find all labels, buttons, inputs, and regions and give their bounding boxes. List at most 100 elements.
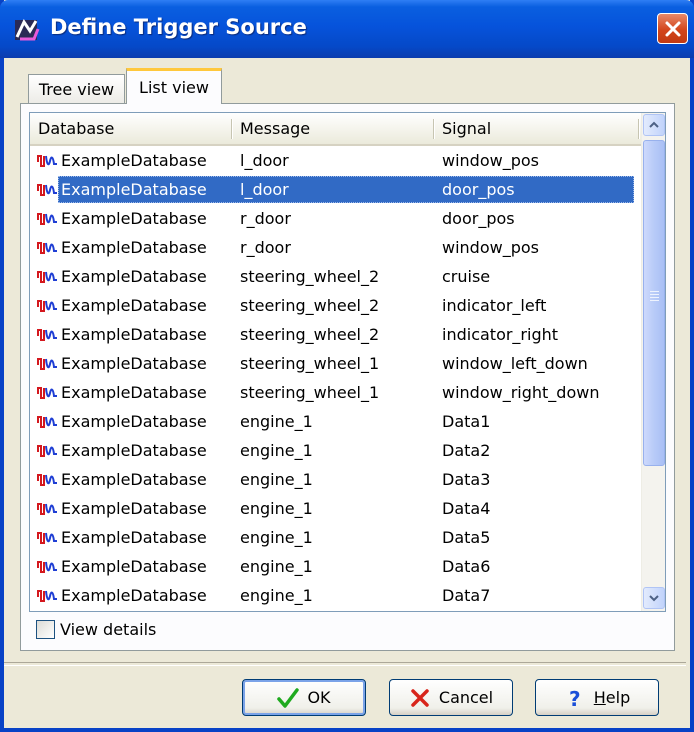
view-details-label: View details	[60, 620, 157, 639]
title-bar[interactable]: Define Trigger Source	[0, 0, 694, 58]
svg-text:?: ?	[569, 687, 581, 709]
column-header-message[interactable]: Message	[232, 113, 434, 144]
help-button-label: Help	[594, 688, 630, 707]
column-header-database[interactable]: Database	[30, 113, 232, 144]
cell-signal: Data2	[442, 441, 491, 460]
cell-message: engine_1	[240, 412, 313, 431]
database-signal-icon	[36, 384, 60, 402]
database-signal-icon	[36, 152, 60, 170]
scroll-thumb[interactable]	[643, 140, 665, 466]
cancel-button-label: Cancel	[438, 688, 494, 707]
list-header: Database Message Signal	[30, 113, 641, 146]
table-row[interactable]: ExampleDatabase l_door window_pos	[30, 146, 641, 175]
table-row[interactable]: ExampleDatabase engine_1 Data1	[30, 407, 641, 436]
list-rows: ExampleDatabase l_door window_pos ExampleDa…	[30, 146, 641, 610]
vertical-scrollbar[interactable]	[641, 113, 665, 611]
question-mark-icon: ?	[569, 687, 581, 709]
cell-database: ExampleDatabase	[61, 296, 207, 315]
cell-signal: Data7	[442, 586, 491, 605]
database-signal-icon	[36, 413, 60, 431]
column-header-signal[interactable]: Signal	[434, 113, 639, 144]
database-signal-icon	[36, 181, 60, 199]
cell-message: steering_wheel_2	[240, 325, 380, 344]
table-row[interactable]: ExampleDatabase steering_wheel_1 window_ri…	[30, 378, 641, 407]
view-details-checkbox[interactable]	[36, 620, 55, 639]
column-header-signal-label: Signal	[442, 119, 492, 138]
cell-signal: Data1	[442, 412, 491, 431]
ok-button[interactable]: OK	[242, 679, 366, 716]
cell-database: ExampleDatabase	[61, 209, 207, 228]
database-signal-icon	[36, 587, 60, 605]
cell-database: ExampleDatabase	[61, 470, 207, 489]
database-signal-icon	[36, 268, 60, 286]
table-row[interactable]: ExampleDatabase engine_1 Data3	[30, 465, 641, 494]
help-button-mnemonic: H	[593, 688, 606, 707]
button-divider	[4, 662, 686, 666]
cell-signal: Data6	[442, 557, 491, 576]
scroll-up-button[interactable]	[643, 114, 665, 136]
database-signal-icon	[36, 500, 60, 518]
table-row[interactable]: ExampleDatabase r_door door_pos	[30, 204, 641, 233]
cell-signal: Data5	[442, 528, 491, 547]
tab-tree-view[interactable]: Tree view	[28, 74, 125, 104]
database-signal-icon	[36, 471, 60, 489]
table-row[interactable]: ExampleDatabase engine_1 Data4	[30, 494, 641, 523]
checkmark-icon	[277, 687, 300, 708]
cell-signal: indicator_right	[442, 325, 559, 344]
cell-signal: window_pos	[442, 151, 539, 170]
cell-signal: window_left_down	[442, 354, 588, 373]
table-row[interactable]: ExampleDatabase engine_1 Data2	[30, 436, 641, 465]
dialog-title: Define Trigger Source	[50, 15, 307, 39]
table-row[interactable]: ExampleDatabase r_door window_pos	[30, 233, 641, 262]
database-signal-icon	[36, 442, 60, 460]
table-row[interactable]: ExampleDatabase steering_wheel_1 window_le…	[30, 349, 641, 378]
signal-list[interactable]: Database Message Signal ExampleDatabase l…	[29, 112, 666, 612]
table-row[interactable]: ExampleDatabase l_door door_pos	[30, 175, 641, 204]
cell-message: l_door	[240, 180, 289, 199]
table-row[interactable]: ExampleDatabase engine_1 Data7	[30, 581, 641, 610]
help-button-label-rest: elp	[605, 688, 631, 707]
x-icon	[411, 688, 429, 707]
tab-list-view[interactable]: List view	[126, 68, 222, 104]
cell-database: ExampleDatabase	[61, 499, 207, 518]
table-row[interactable]: ExampleDatabase steering_wheel_2 indicator…	[30, 291, 641, 320]
database-signal-icon	[36, 210, 60, 228]
trigger-source-app-icon	[15, 18, 40, 41]
cell-database: ExampleDatabase	[61, 383, 207, 402]
table-row[interactable]: ExampleDatabase engine_1 Data5	[30, 523, 641, 552]
database-signal-icon	[36, 297, 60, 315]
cell-message: r_door	[240, 238, 291, 257]
cell-message: steering_wheel_1	[240, 383, 380, 402]
table-row[interactable]: ExampleDatabase steering_wheel_2 indicator…	[30, 320, 641, 349]
cell-signal: window_right_down	[442, 383, 600, 402]
database-signal-icon	[36, 239, 60, 257]
ok-button-label: OK	[307, 688, 331, 707]
scroll-down-button[interactable]	[643, 587, 665, 609]
cell-message: steering_wheel_1	[240, 354, 380, 373]
table-row[interactable]: ExampleDatabase engine_1 Data6	[30, 552, 641, 581]
chevron-up-icon	[649, 121, 659, 128]
cell-message: steering_wheel_2	[240, 267, 380, 286]
database-signal-icon	[36, 355, 60, 373]
table-row[interactable]: ExampleDatabase steering_wheel_2 cruise	[30, 262, 641, 291]
database-signal-icon	[36, 326, 60, 344]
help-button[interactable]: ? Help	[535, 679, 659, 716]
close-icon	[665, 21, 680, 36]
database-signal-icon	[36, 529, 60, 547]
cell-database: ExampleDatabase	[61, 412, 207, 431]
cell-message: steering_wheel_2	[240, 296, 380, 315]
tab-panel: Database Message Signal ExampleDatabase l…	[20, 103, 675, 651]
cell-message: engine_1	[240, 528, 313, 547]
tab-list-view-label: List view	[139, 78, 209, 97]
column-header-database-label: Database	[38, 119, 115, 138]
cell-database: ExampleDatabase	[61, 354, 207, 373]
cell-database: ExampleDatabase	[61, 267, 207, 286]
cell-message: engine_1	[240, 499, 313, 518]
cell-database: ExampleDatabase	[61, 441, 207, 460]
cancel-button[interactable]: Cancel	[389, 679, 513, 716]
chevron-down-icon	[649, 595, 659, 602]
close-button[interactable]	[657, 13, 688, 44]
cell-database: ExampleDatabase	[61, 151, 207, 170]
cell-database: ExampleDatabase	[61, 528, 207, 547]
tab-tree-view-label: Tree view	[38, 80, 115, 99]
